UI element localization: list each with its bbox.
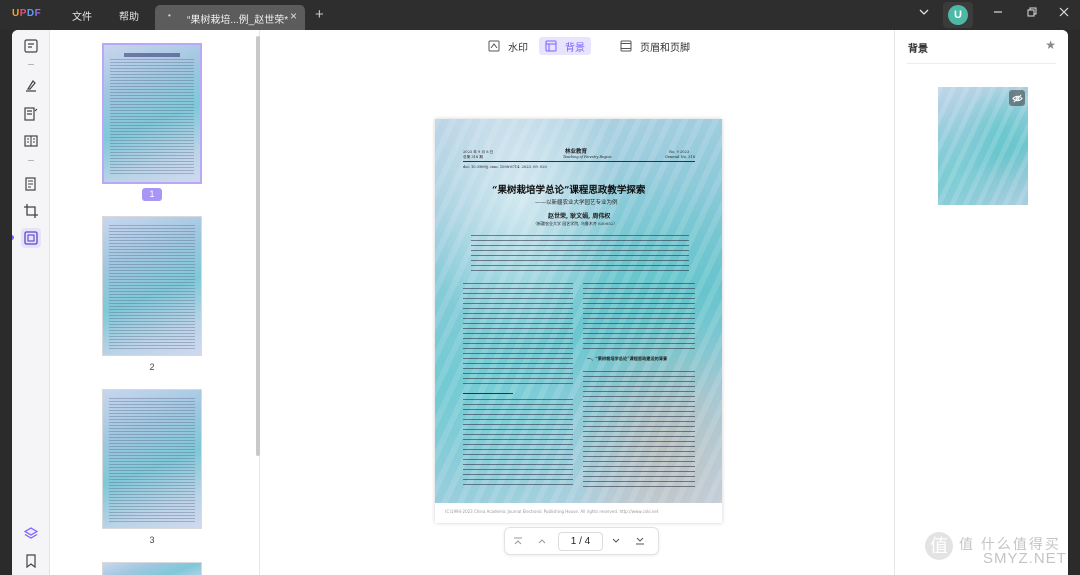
page-navigation: 1 / 4 xyxy=(504,527,659,555)
document-tab[interactable]: • “果树栽培...例_赵世荣* × xyxy=(155,5,305,30)
thumbnail-text-lines xyxy=(109,225,195,349)
body-column-right-top xyxy=(583,283,695,351)
background-template-card[interactable] xyxy=(938,87,1028,205)
close-window-icon[interactable] xyxy=(1058,6,1070,21)
background-label: 背景 xyxy=(565,42,585,54)
watermark-tool[interactable]: 水印 xyxy=(482,37,534,55)
reader-mode-icon[interactable] xyxy=(21,36,41,56)
page-number-label: 1 xyxy=(142,188,162,201)
watermark-label: 水印 xyxy=(508,42,528,54)
thumbnail-text-lines xyxy=(110,59,194,176)
page-thumbnail-3[interactable] xyxy=(102,389,202,529)
chevron-down-icon[interactable] xyxy=(918,6,930,21)
page-tools-icon[interactable] xyxy=(21,228,41,248)
abstract-text xyxy=(471,235,689,275)
last-page-icon[interactable] xyxy=(633,534,647,548)
app-window: 1 2 3 水印 背景 页眉和页脚 2023 年 9 月 8 日 总第 318 … xyxy=(12,30,1068,575)
divider xyxy=(28,64,34,65)
background-icon xyxy=(545,40,557,52)
thumbnail-heading xyxy=(124,53,180,57)
article-affiliation: （新疆农业大学 园艺学院, 乌鲁木齐 830052） xyxy=(533,221,618,226)
header-rule xyxy=(463,161,695,162)
thumbnail-pane: 1 2 3 xyxy=(50,30,260,575)
crop-icon[interactable] xyxy=(21,201,41,221)
background-panel: 背景 ★ xyxy=(894,30,1068,575)
next-page-icon[interactable] xyxy=(609,534,623,548)
pdf-page[interactable]: 2023 年 9 月 8 日 总第 318 期 林业教育 Teaching of… xyxy=(435,119,722,523)
background-tool[interactable]: 背景 xyxy=(539,37,591,55)
footnote-text xyxy=(463,399,573,489)
unsaved-dot-icon: • xyxy=(168,11,171,20)
article-authors: 赵世荣, 耿文娟, 周伟权 xyxy=(548,213,611,220)
header-footer-icon xyxy=(620,40,632,52)
previous-page-icon[interactable] xyxy=(535,534,549,548)
journal-english-name: Teaching of Forestry Region xyxy=(563,155,612,159)
page-number-label: 3 xyxy=(149,535,155,545)
journal-name: 林业教育 xyxy=(565,149,588,155)
journal-issue: 总第 318 期 xyxy=(463,155,483,159)
organize-pages-icon[interactable] xyxy=(21,174,41,194)
page-number-label: 2 xyxy=(149,362,155,372)
menu-help[interactable]: 帮助 xyxy=(119,8,139,23)
edit-pdf-icon[interactable] xyxy=(21,104,41,124)
star-icon[interactable]: ★ xyxy=(1045,38,1056,52)
avatar[interactable]: U xyxy=(948,5,968,25)
layers-icon[interactable] xyxy=(21,524,41,544)
site-watermark: 值 值 什么值得买 SMYZ.NET xyxy=(925,532,1075,572)
divider xyxy=(28,160,34,161)
watermark-text-line2: SMYZ.NET xyxy=(983,550,1067,567)
header-footer-label: 页眉和页脚 xyxy=(640,42,690,54)
app-logo: UPDF xyxy=(12,8,42,19)
bookmark-icon[interactable] xyxy=(21,551,41,571)
page-background: 2023 年 9 月 8 日 总第 318 期 林业教育 Teaching of… xyxy=(435,119,722,503)
tab-title: “果树栽培...例_赵世荣* xyxy=(187,15,289,26)
panel-title: 背景 xyxy=(908,44,928,55)
close-tab-icon[interactable]: × xyxy=(290,9,297,23)
journal-number: No. 9 2023 xyxy=(669,150,690,154)
left-toolbar xyxy=(12,30,50,575)
add-tab-icon[interactable]: + xyxy=(315,6,324,23)
menu-file[interactable]: 文件 xyxy=(72,8,92,23)
page-number-input[interactable]: 1 / 4 xyxy=(558,532,603,551)
restore-icon[interactable] xyxy=(1026,6,1038,21)
article-subtitle: ——以新疆农业大学园艺专业为例 xyxy=(535,200,618,206)
footnote-rule xyxy=(463,393,513,394)
body-column-left-top xyxy=(463,283,573,387)
visibility-off-icon[interactable] xyxy=(1009,90,1025,106)
minimize-icon[interactable] xyxy=(992,6,1004,21)
doi-line: doi: 10.3969/j. issn. 1008-6714. 2023. 0… xyxy=(463,165,547,169)
body-column-right-bottom xyxy=(583,371,695,489)
watermark-icon xyxy=(488,40,500,52)
section-heading: 一、“果树栽培学总论”课程思政建设的背景 xyxy=(587,356,668,361)
page-copyright-footer: (C)1994-2023 China Academic Journal Elec… xyxy=(445,509,659,514)
panel-divider xyxy=(907,63,1056,64)
header-footer-tool[interactable]: 页眉和页脚 xyxy=(614,37,696,55)
thumbnail-text-lines xyxy=(109,398,195,522)
title-bar: UPDF 文件 帮助 • “果树栽培...例_赵世荣* × + U xyxy=(0,0,1080,30)
thumbnail-scrollbar[interactable] xyxy=(256,36,260,456)
first-page-icon[interactable] xyxy=(511,534,525,548)
page-thumbnail-2[interactable] xyxy=(102,216,202,356)
journal-general-number: General No. 318 xyxy=(665,155,695,159)
form-icon[interactable] xyxy=(21,131,41,151)
article-title: “果树栽培学总论”课程思政教学探索 xyxy=(492,185,646,196)
page-thumbnail-4[interactable] xyxy=(102,562,202,575)
watermark-logo-icon: 值 xyxy=(925,532,953,560)
comment-icon[interactable] xyxy=(21,76,41,96)
page-thumbnail-1[interactable] xyxy=(102,43,202,184)
